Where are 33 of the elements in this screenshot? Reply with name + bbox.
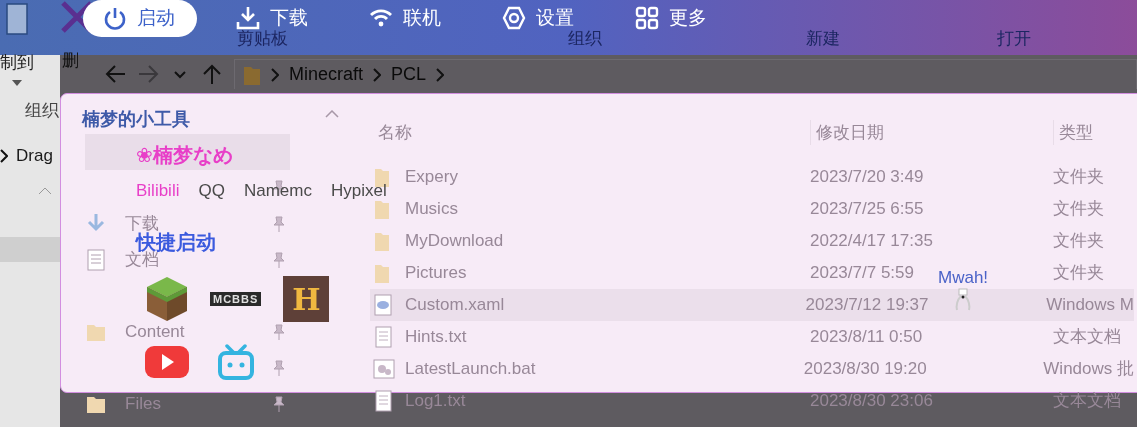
- file-type: Windows M: [1046, 295, 1134, 315]
- group-label: 新建: [805, 27, 840, 50]
- group-label: 组织: [568, 27, 602, 50]
- card-title: 楠梦的小工具: [82, 109, 190, 131]
- file-name: Hints.txt: [405, 326, 467, 349]
- file-date: 2023/8/30 23:06: [810, 391, 933, 411]
- file-date: 2023/7/12 19:37: [805, 295, 929, 315]
- file-date: 2023/7/25 6:55: [810, 199, 924, 219]
- file-name: MyDownload: [405, 230, 504, 253]
- speech-text: Mwah!: [938, 269, 989, 288]
- author-name: ❀楠梦なめ: [136, 142, 233, 167]
- file-type: 文件夹: [1053, 167, 1104, 187]
- file-type: 文件夹: [1053, 263, 1104, 283]
- file-type: 文本文档: [1053, 391, 1121, 411]
- section-title: 快捷启动: [136, 230, 216, 253]
- group-label: 剪贴板: [237, 27, 288, 50]
- file-date: 2022/4/17 17:35: [810, 231, 933, 251]
- file-type: 文件夹: [1053, 231, 1104, 251]
- file-type: 文件夹: [1053, 199, 1104, 219]
- group-label: 打开: [996, 27, 1031, 50]
- file-type: 文本文档: [1053, 327, 1121, 347]
- file-date: 2023/7/7 5:59: [810, 263, 914, 283]
- file-name: LatestLaunch.bat: [405, 358, 536, 381]
- file-name: Log1.txt: [405, 390, 466, 413]
- file-name: Expery: [405, 166, 458, 189]
- file-type: Windows 批: [1043, 359, 1134, 379]
- file-name: Musics: [405, 198, 458, 221]
- file-name: Custom.xaml: [405, 294, 505, 317]
- file-date: 2023/8/30 19:20: [803, 359, 927, 379]
- file-name: Pictures: [405, 262, 467, 285]
- file-date: 2023/8/11 0:50: [810, 327, 923, 347]
- group-label: 组织: [25, 99, 59, 122]
- file-date: 2023/7/20 3:49: [810, 167, 924, 187]
